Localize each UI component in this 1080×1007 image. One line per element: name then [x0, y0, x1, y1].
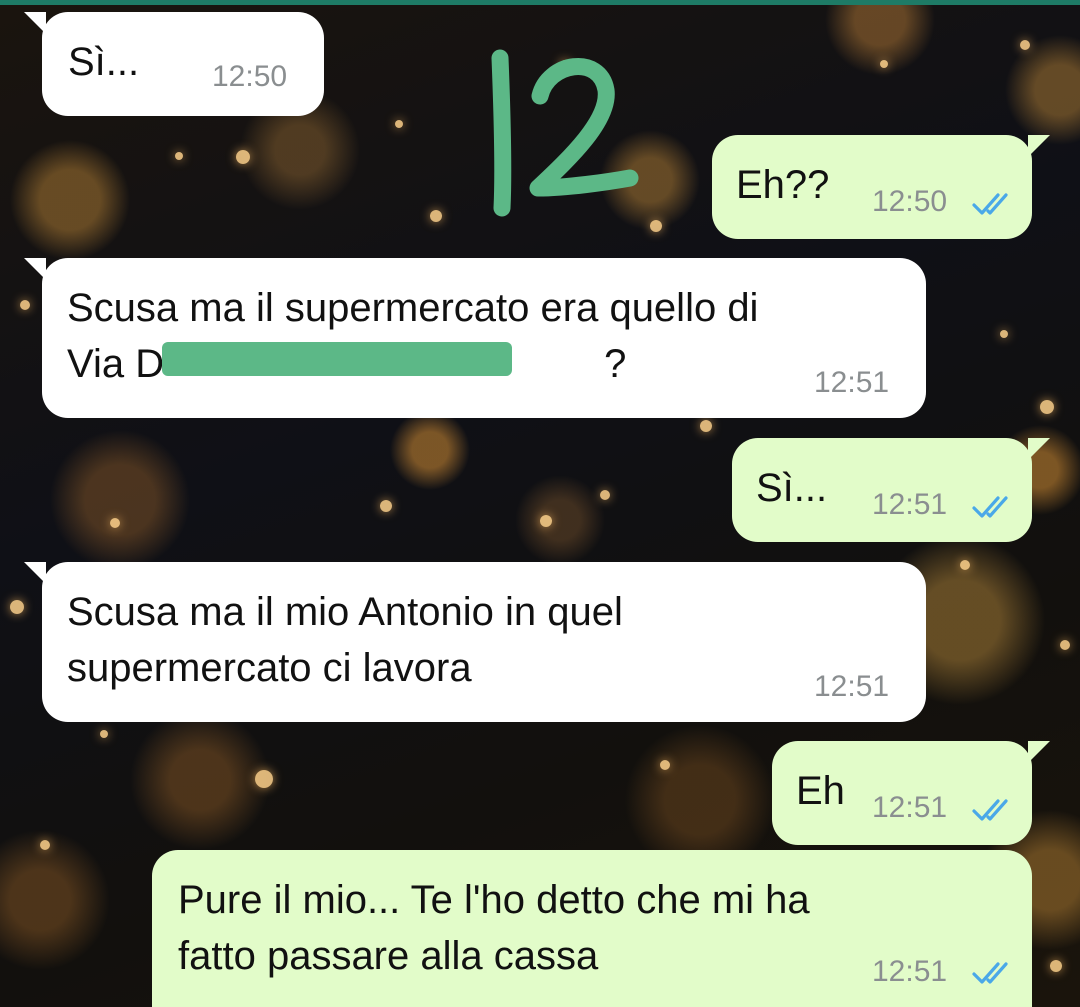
message-timestamp: 12:51 [872, 955, 948, 988]
message-bubble-incoming[interactable]: Sì... 12:50 [24, 12, 324, 116]
message-text: Eh [796, 769, 845, 813]
redaction-overlay [162, 342, 512, 376]
message-timestamp: 12:50 [212, 60, 288, 93]
message-timestamp: 12:51 [872, 791, 948, 824]
message-text: Scusa ma il mio Antonio in quel supermer… [67, 590, 623, 690]
message-bubble-incoming[interactable]: Scusa ma il supermercato era quello di V… [24, 258, 926, 418]
message-text: Sì... [756, 466, 828, 510]
message-bubble-outgoing[interactable]: Eh 12:51 [772, 741, 1050, 845]
double-check-read-icon [972, 962, 1008, 984]
message-bubble-outgoing[interactable]: Eh?? 12:50 [712, 135, 1050, 239]
message-timestamp: 12:51 [814, 670, 890, 703]
handwritten-annotation: 12 [478, 48, 639, 217]
double-check-read-icon [972, 799, 1008, 821]
message-timestamp: 12:50 [872, 185, 948, 218]
double-check-read-icon [972, 193, 1008, 215]
double-check-read-icon [972, 496, 1008, 518]
message-bubble-outgoing[interactable]: Pure il mio... Te l'ho detto che mi ha f… [152, 850, 1032, 1007]
message-timestamp: 12:51 [872, 488, 948, 521]
message-timestamp: 12:51 [814, 366, 890, 399]
message-text: Eh?? [736, 163, 830, 207]
message-bubble-outgoing[interactable]: Sì... 12:51 [732, 438, 1050, 542]
message-text: Pure il mio... Te l'ho detto che mi ha f… [178, 878, 810, 978]
message-bubble-incoming[interactable]: Scusa ma il mio Antonio in quel supermer… [24, 562, 926, 722]
message-text: Sì... [68, 40, 140, 84]
header-strip [0, 0, 1080, 5]
annotation-label: 12 [478, 48, 480, 49]
